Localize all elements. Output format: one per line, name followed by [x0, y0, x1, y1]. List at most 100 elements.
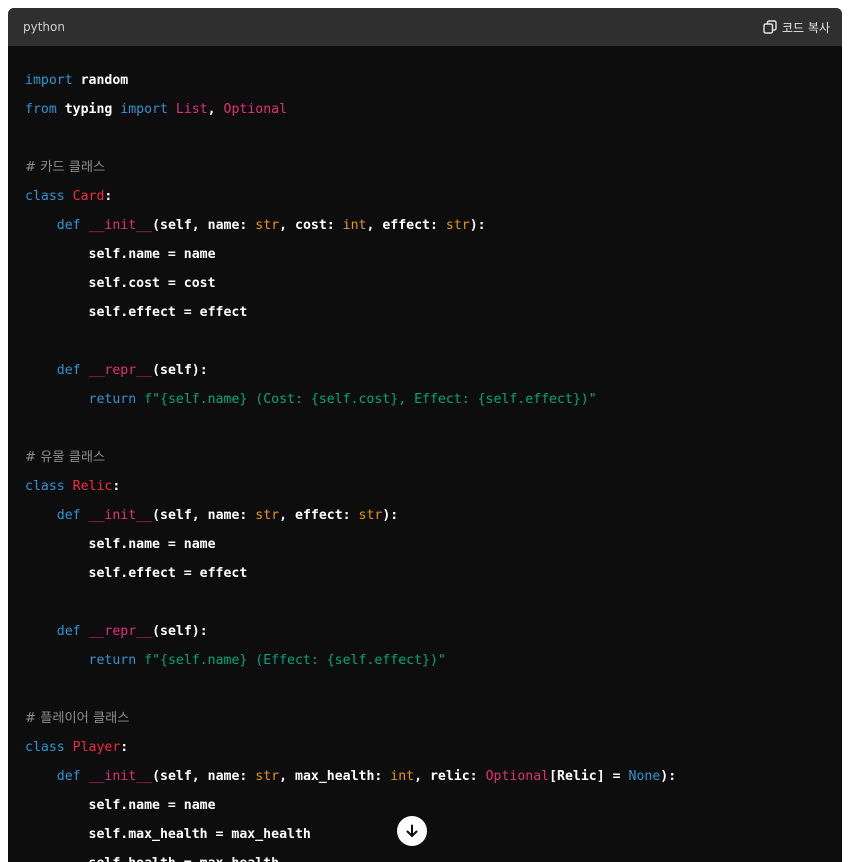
code-token: class	[25, 740, 65, 755]
code-line: self.health = max_health	[25, 849, 842, 862]
code-token: ):	[469, 218, 486, 233]
code-line: def __init__(self, name: str, cost: int,…	[25, 211, 842, 240]
code-line: class Player:	[25, 733, 842, 762]
code-token: [Relic] =	[549, 769, 629, 784]
code-line: def __init__(self, name: str, effect: st…	[25, 501, 842, 530]
copy-code-button[interactable]: 코드 복사	[763, 19, 830, 36]
code-token: from	[25, 102, 57, 117]
code-token: def	[56, 508, 81, 523]
code-token: self.cost = cost	[25, 276, 216, 291]
code-token: self.effect = effect	[25, 305, 248, 320]
code-token: int	[342, 218, 367, 233]
code-token: __init__	[88, 769, 153, 784]
code-token: return	[88, 653, 137, 668]
code-token: str	[255, 218, 280, 233]
code-token: def	[56, 363, 81, 378]
code-token: self.name = name	[25, 798, 216, 813]
code-token: Card	[72, 189, 105, 204]
code-token: Player	[72, 740, 121, 755]
code-block: python 코드 복사 import random from typing im…	[8, 8, 842, 862]
code-token: ,	[207, 102, 224, 117]
code-token: ):	[382, 508, 399, 523]
code-language-label: python	[23, 20, 65, 34]
code-token: class	[25, 479, 65, 494]
code-line: self.max_health = max_health	[25, 820, 842, 849]
code-token: :	[104, 189, 113, 204]
code-line: class Card:	[25, 182, 842, 211]
code-token: return	[88, 392, 137, 407]
code-token: , effect:	[366, 218, 446, 233]
code-token: __repr__	[88, 624, 153, 639]
code-token: def	[56, 624, 81, 639]
code-line: return f"{self.name} (Cost: {self.cost},…	[25, 385, 842, 414]
code-line: def __repr__(self):	[25, 356, 842, 385]
code-token: (self):	[152, 363, 208, 378]
code-token: (self, name:	[152, 508, 256, 523]
code-line: # 유물 클래스	[25, 443, 842, 472]
code-token: import	[25, 73, 73, 88]
code-line: class Relic:	[25, 472, 842, 501]
code-line: self.name = name	[25, 530, 842, 559]
code-block-header: python 코드 복사	[8, 8, 842, 46]
code-token: str	[445, 218, 470, 233]
code-token: self.health = max_health	[25, 856, 280, 862]
code-token: , max_health:	[279, 769, 391, 784]
code-token: str	[358, 508, 383, 523]
code-token: Relic	[72, 479, 113, 494]
code-token: self.effect = effect	[25, 566, 248, 581]
code-token: str	[255, 769, 280, 784]
copy-code-label: 코드 복사	[782, 20, 830, 35]
scroll-to-bottom-button[interactable]	[397, 816, 427, 846]
code-token: def	[56, 769, 81, 784]
code-token: Optional	[223, 102, 288, 117]
code-token: import	[120, 102, 168, 117]
code-line: return f"{self.name} (Effect: {self.effe…	[25, 646, 842, 675]
code-line: self.name = name	[25, 240, 842, 269]
code-token: self.name = name	[25, 247, 216, 262]
code-token: random	[72, 73, 129, 88]
code-line: self.effect = effect	[25, 298, 842, 327]
code-token: typing	[56, 102, 121, 117]
code-token: ):	[660, 769, 677, 784]
code-token: (self, name:	[152, 218, 256, 233]
code-token: # 플레이어 클래스	[25, 711, 130, 726]
code-line: # 플레이어 클래스	[25, 704, 842, 733]
code-token: f"{self.name} (Effect: {self.effect})"	[144, 653, 446, 668]
code-token: (self, name:	[152, 769, 256, 784]
code-line: def __repr__(self):	[25, 617, 842, 646]
code-token: # 카드 클래스	[25, 160, 106, 175]
code-line: self.cost = cost	[25, 269, 842, 298]
code-token: (self):	[152, 624, 208, 639]
code-token: int	[390, 769, 415, 784]
code-token: f"{self.name} (Cost: {self.cost}, Effect…	[144, 392, 597, 407]
code-line: import random	[25, 66, 842, 95]
code-token: :	[120, 740, 129, 755]
code-line: self.name = name	[25, 791, 842, 820]
code-content: import random from typing import List, Op…	[8, 46, 842, 862]
code-token: __repr__	[88, 363, 153, 378]
code-token: # 유물 클래스	[25, 450, 106, 465]
code-token: None	[628, 769, 661, 784]
code-line: from typing import List, Optional	[25, 95, 842, 124]
code-token: self.name = name	[25, 537, 216, 552]
code-token: __init__	[88, 218, 153, 233]
